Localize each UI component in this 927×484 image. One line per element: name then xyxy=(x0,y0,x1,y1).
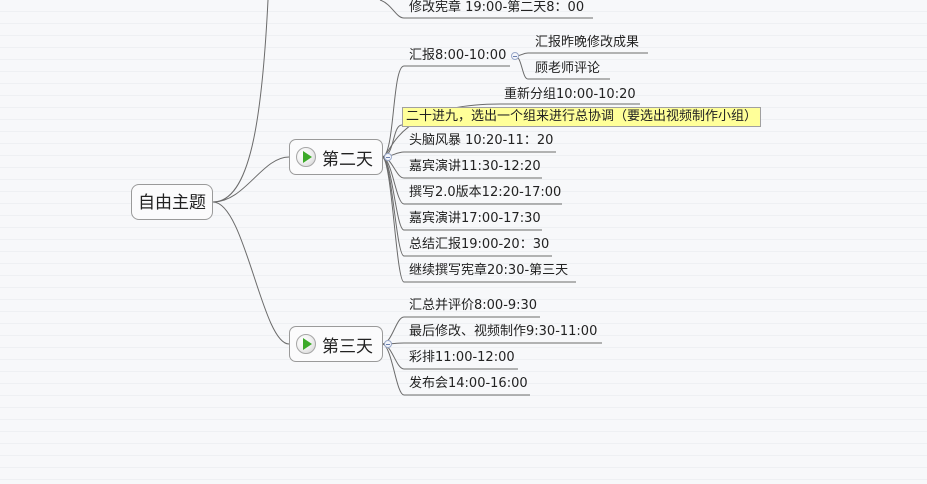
connector-report-child1 xyxy=(514,52,648,57)
topic-day2-item-6[interactable]: 继续撰写宪章20:30-第三天 xyxy=(409,261,568,281)
topic-day3-item-2[interactable]: 最后修改、视频制作9:30-11:00 xyxy=(409,322,597,342)
connector-root-day3 xyxy=(212,201,290,345)
topic-day2-item-5[interactable]: 总结汇报19:00-20：30 xyxy=(409,235,549,255)
play-icon xyxy=(296,147,316,167)
collapse-minus-icon[interactable] xyxy=(384,153,392,161)
topic-modify-charter[interactable]: 修改宪章 19:00-第二天8：00 xyxy=(409,0,584,18)
connector-root-day2 xyxy=(212,156,290,203)
connector-day2-note xyxy=(381,124,403,158)
collapse-minus-icon[interactable] xyxy=(511,52,519,60)
mind-map-canvas: 自由主题 修改宪章 19:00-第二天8：00 第二天 汇报8:00-10:00… xyxy=(0,0,927,484)
day2-topic[interactable]: 第二天 xyxy=(289,139,383,175)
connector-day3-item2 xyxy=(381,342,602,345)
topic-day3-item-4[interactable]: 发布会14:00-16:00 xyxy=(409,374,528,394)
topic-report[interactable]: 汇报8:00-10:00 xyxy=(409,46,506,66)
topic-day2-item-3[interactable]: 撰写2.0版本12:20-17:00 xyxy=(409,183,561,203)
day3-label: 第三天 xyxy=(322,336,373,357)
day3-topic[interactable]: 第三天 xyxy=(289,326,383,362)
connector-root-top xyxy=(212,0,269,203)
topic-day3-item-1[interactable]: 汇总并评价8:00-9:30 xyxy=(409,296,537,316)
topic-day2-item-1[interactable]: 头脑风暴 10:20-11：20 xyxy=(409,131,553,151)
topic-regroup[interactable]: 重新分组10:00-10:20 xyxy=(504,85,636,105)
topic-day3-item-3[interactable]: 彩排11:00-12:00 xyxy=(409,348,515,368)
root-topic[interactable]: 自由主题 xyxy=(131,184,213,220)
topic-day2-item-4[interactable]: 嘉宾演讲17:00-17:30 xyxy=(409,209,541,229)
topic-report-child-1[interactable]: 汇报昨晚修改成果 xyxy=(535,33,639,53)
topic-day2-item-2[interactable]: 嘉宾演讲11:30-12:20 xyxy=(409,157,541,177)
topic-report-child-2[interactable]: 顾老师评论 xyxy=(535,59,600,79)
topic-note-highlight[interactable]: 二十进九，选出一个组来进行总协调（要选出视频制作小组） xyxy=(402,107,762,127)
play-icon xyxy=(296,334,316,354)
collapse-minus-icon[interactable] xyxy=(384,340,392,348)
day2-label: 第二天 xyxy=(322,149,373,170)
